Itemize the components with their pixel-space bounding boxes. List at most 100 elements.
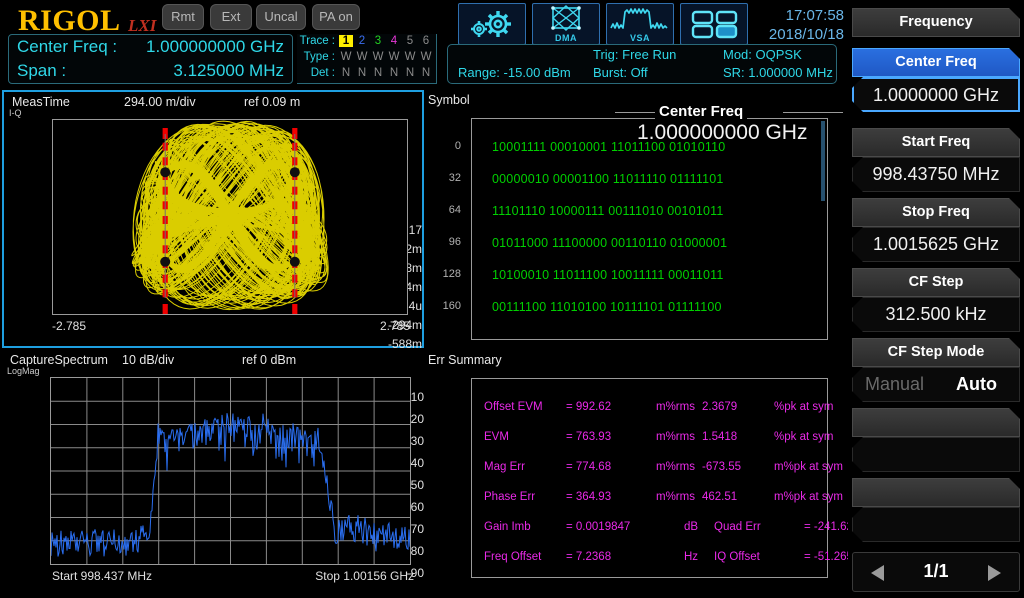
- softkey-menu: Frequency Center Freq 1.0000000 GHz Star…: [848, 0, 1024, 598]
- spectrum-trace: [50, 378, 411, 564]
- err-unit1: m%rms: [656, 461, 695, 473]
- trace-num-6[interactable]: 6: [419, 35, 433, 47]
- softkey-blank-2-label: [852, 478, 1020, 507]
- err-row-freq-offset: Freq Offset = 7.2368 Hz IQ Offset = -51.…: [484, 551, 918, 571]
- trace-det-row: Det : N N N N N N: [297, 67, 437, 83]
- softkey-start-freq-label: Start Freq: [852, 128, 1020, 157]
- overlay-rule-right: [783, 112, 843, 113]
- trace-num-1[interactable]: 1: [339, 35, 353, 47]
- err-unit1: m%rms: [656, 431, 695, 443]
- softkey-cf-step-mode[interactable]: CF Step Mode Manual Auto: [852, 338, 1020, 402]
- trace-num-2[interactable]: 2: [355, 35, 369, 47]
- layout-button[interactable]: [680, 3, 748, 45]
- iq-constellation-panel[interactable]: MeasTime I-Q 294.00 m/div ref 0.09 m 1.1…: [2, 90, 424, 389]
- softkey-start-freq-value[interactable]: 998.43750 MHz: [852, 157, 1020, 192]
- iq-xlab-right: 2.785: [379, 319, 410, 333]
- trace-type-6: W: [420, 51, 432, 63]
- trace-det-2: N: [357, 67, 367, 79]
- err-value: = 364.93: [566, 491, 612, 503]
- err-unit2: %pk at sym: [774, 401, 834, 413]
- softkey-center-freq[interactable]: Center Freq 1.0000000 GHz: [852, 48, 1020, 112]
- trace-det-4: N: [389, 67, 399, 79]
- symbol-row-2: 11101110 10000111 00111010 00101011: [492, 204, 724, 218]
- menu-pager[interactable]: 1/1: [852, 552, 1020, 592]
- softkey-stop-freq[interactable]: Stop Freq 1.0015625 GHz: [852, 198, 1020, 262]
- overlay-rule-left: [615, 112, 659, 113]
- trace-row: Trace : 1 2 3 4 5 6: [297, 35, 437, 51]
- status-chip-ext[interactable]: Ext: [210, 4, 252, 30]
- trace-num-5[interactable]: 5: [403, 35, 417, 47]
- err-name: EVM: [484, 431, 509, 443]
- iq-trace: [131, 120, 329, 315]
- span-label: Span :: [17, 61, 67, 80]
- symbol-row-5: 00111100 11010100 10111101 01111100: [492, 300, 722, 314]
- trace-type-5: W: [404, 51, 416, 63]
- cf-step-mode-manual-option[interactable]: Manual: [865, 368, 924, 401]
- trace-det-1: N: [341, 67, 351, 79]
- status-chip-rmt[interactable]: Rmt: [162, 4, 204, 30]
- softkey-blank-1-value[interactable]: [852, 437, 1020, 472]
- status-mod: Mod: OQPSK: [723, 47, 802, 62]
- trace-type-4: W: [388, 51, 400, 63]
- iq-ytick-6: -588m: [387, 337, 422, 351]
- span-row: Span : 3.125000 MHz: [9, 61, 294, 85]
- softkey-start-freq[interactable]: Start Freq 998.43750 MHz: [852, 128, 1020, 192]
- symbol-index-4: 128: [442, 268, 461, 280]
- trace-type-row: Type : W W W W W W: [297, 51, 437, 67]
- softkey-cf-step[interactable]: CF Step 312.500 kHz: [852, 268, 1020, 332]
- cf-step-mode-auto-option[interactable]: Auto: [956, 368, 997, 401]
- spectrum-start-label: Start 998.437 MHz: [52, 569, 153, 583]
- dma-button[interactable]: DMA: [532, 3, 600, 45]
- center-freq-value: 1.000000000 GHz: [146, 37, 284, 56]
- err-value: = 763.93: [566, 431, 612, 443]
- softkey-cf-step-mode-options[interactable]: Manual Auto: [852, 367, 1020, 402]
- err-peak: 1.5418: [702, 431, 738, 443]
- frequency-info-box: Center Freq : 1.000000000 GHz Span : 3.1…: [8, 34, 293, 84]
- err-unit: Hz: [684, 551, 699, 563]
- err-peak: -673.55: [702, 461, 742, 473]
- symbol-row-4: 10100010 11011100 10011111 00011011: [492, 268, 724, 282]
- err-peak: 462.51: [702, 491, 738, 503]
- span-value: 3.125000 MHz: [173, 61, 284, 80]
- settings-gears-icon: [471, 11, 511, 37]
- err-name: Mag Err: [484, 461, 525, 473]
- clock: 17:07:58 2018/10/18: [756, 6, 844, 44]
- softkey-blank-2[interactable]: [852, 478, 1020, 542]
- pager-next-arrow-icon[interactable]: [988, 565, 1001, 581]
- err-name: Gain Imb: [484, 521, 531, 533]
- err-row-evm: EVM = 763.93 m%rms 1.5418 %pk at sym 285: [484, 431, 873, 451]
- trace-num-4[interactable]: 4: [387, 35, 401, 47]
- center-freq-overlay-value: 1.000000000 GHz: [637, 121, 808, 144]
- vsa-button[interactable]: VSA: [606, 3, 674, 45]
- iq-panel-title: MeasTime: [12, 95, 70, 109]
- err-value: = 7.2368: [566, 551, 612, 563]
- vsa-button-label: VSA: [629, 33, 650, 43]
- symbol-index-2: 64: [448, 204, 461, 216]
- status-chip-uncal[interactable]: Uncal: [256, 4, 306, 30]
- err-unit: dB: [684, 521, 699, 533]
- softkey-blank-2-value[interactable]: [852, 507, 1020, 542]
- softkey-cf-step-label: CF Step: [852, 268, 1020, 297]
- err-row-gain-imb: Gain Imb = 0.0019847 dB Quad Err = -241.…: [484, 521, 933, 541]
- center-freq-row: Center Freq : 1.000000000 GHz: [9, 37, 294, 61]
- status-chip-pa-on[interactable]: PA on: [312, 4, 360, 30]
- center-freq-label: Center Freq :: [17, 37, 118, 56]
- trace-num-3[interactable]: 3: [371, 35, 385, 47]
- iq-panel-subtitle: I-Q: [9, 108, 22, 118]
- symbol-index-5: 160: [442, 300, 461, 312]
- clock-time: 17:07:58: [785, 7, 844, 24]
- settings-button[interactable]: [458, 3, 526, 45]
- iq-plot-area: [52, 119, 408, 315]
- softkey-cf-step-value[interactable]: 312.500 kHz: [852, 297, 1020, 332]
- capture-spectrum-panel[interactable]: CaptureSpectrum LogMag 10 dB/div ref 0 d…: [2, 350, 424, 596]
- softkey-stop-freq-value[interactable]: 1.0015625 GHz: [852, 227, 1020, 262]
- vsa-screen: RIGOL LXI Rmt Ext Uncal PA on Center Fre…: [0, 0, 1024, 598]
- trace-det-6: N: [421, 67, 431, 79]
- trace-det-label: Det :: [310, 67, 335, 79]
- softkey-center-freq-value[interactable]: 1.0000000 GHz: [852, 77, 1020, 112]
- trace-type-3: W: [372, 51, 384, 63]
- softkey-blank-1[interactable]: [852, 408, 1020, 472]
- err-row-mag-err: Mag Err = 774.68 m%rms -673.55 m%pk at s…: [484, 461, 860, 481]
- err-summary-table: Offset EVM = 992.62 m%rms 2.3679 %pk at …: [471, 378, 933, 578]
- err-value: = 992.62: [566, 401, 612, 413]
